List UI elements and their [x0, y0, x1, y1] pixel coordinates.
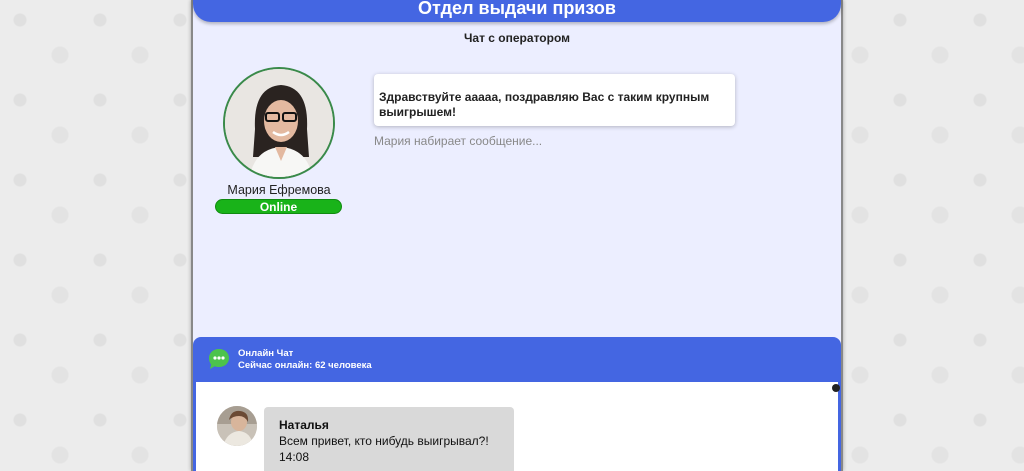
- message-time: 14:08: [279, 450, 310, 464]
- user-avatar: [217, 406, 257, 446]
- prize-department-panel: Отдел выдачи призов Чат с оператором Мар…: [191, 0, 843, 471]
- online-count-label: Сейчас онлайн:: [238, 360, 315, 371]
- operator-avatar: [223, 67, 335, 179]
- online-status-badge: Online: [215, 199, 342, 214]
- message-text: Всем привет, кто нибудь выигрывал?!: [279, 434, 489, 448]
- operator-message-text: Здравствуйте ааааа, поздравляю Вас с так…: [379, 90, 710, 119]
- chat-bubble-icon: [209, 349, 229, 369]
- operator-photo-icon: [225, 69, 333, 177]
- operator-name: Мария Ефремова: [227, 183, 331, 197]
- chat-message: Наталья Всем привет, кто нибудь выигрыва…: [264, 407, 514, 471]
- online-chat-title: Онлайн Чат: [238, 348, 294, 359]
- scrollbar-handle[interactable]: [832, 384, 840, 392]
- chat-messages-area[interactable]: Наталья Всем привет, кто нибудь выигрыва…: [196, 382, 840, 471]
- operator-message: Здравствуйте ааааа, поздравляю Вас с так…: [374, 74, 735, 126]
- online-chat-header: Онлайн Чат Сейчас онлайн: 62 человека: [193, 337, 841, 382]
- online-chat-widget: Онлайн Чат Сейчас онлайн: 62 человека На…: [193, 337, 841, 471]
- online-count: Сейчас онлайн: 62 человека: [238, 360, 372, 371]
- page-title: Отдел выдачи призов: [418, 0, 616, 18]
- online-count-value: 62 человека: [314, 360, 372, 371]
- typing-indicator: Мария набирает сообщение...: [374, 134, 543, 148]
- page-header: Отдел выдачи призов: [193, 0, 841, 22]
- message-author: Наталья: [279, 418, 329, 432]
- user-photo-icon: [217, 406, 257, 446]
- operator-profile: Мария Ефремова Online: [215, 67, 343, 214]
- chat-title: Чат с оператором: [463, 31, 570, 45]
